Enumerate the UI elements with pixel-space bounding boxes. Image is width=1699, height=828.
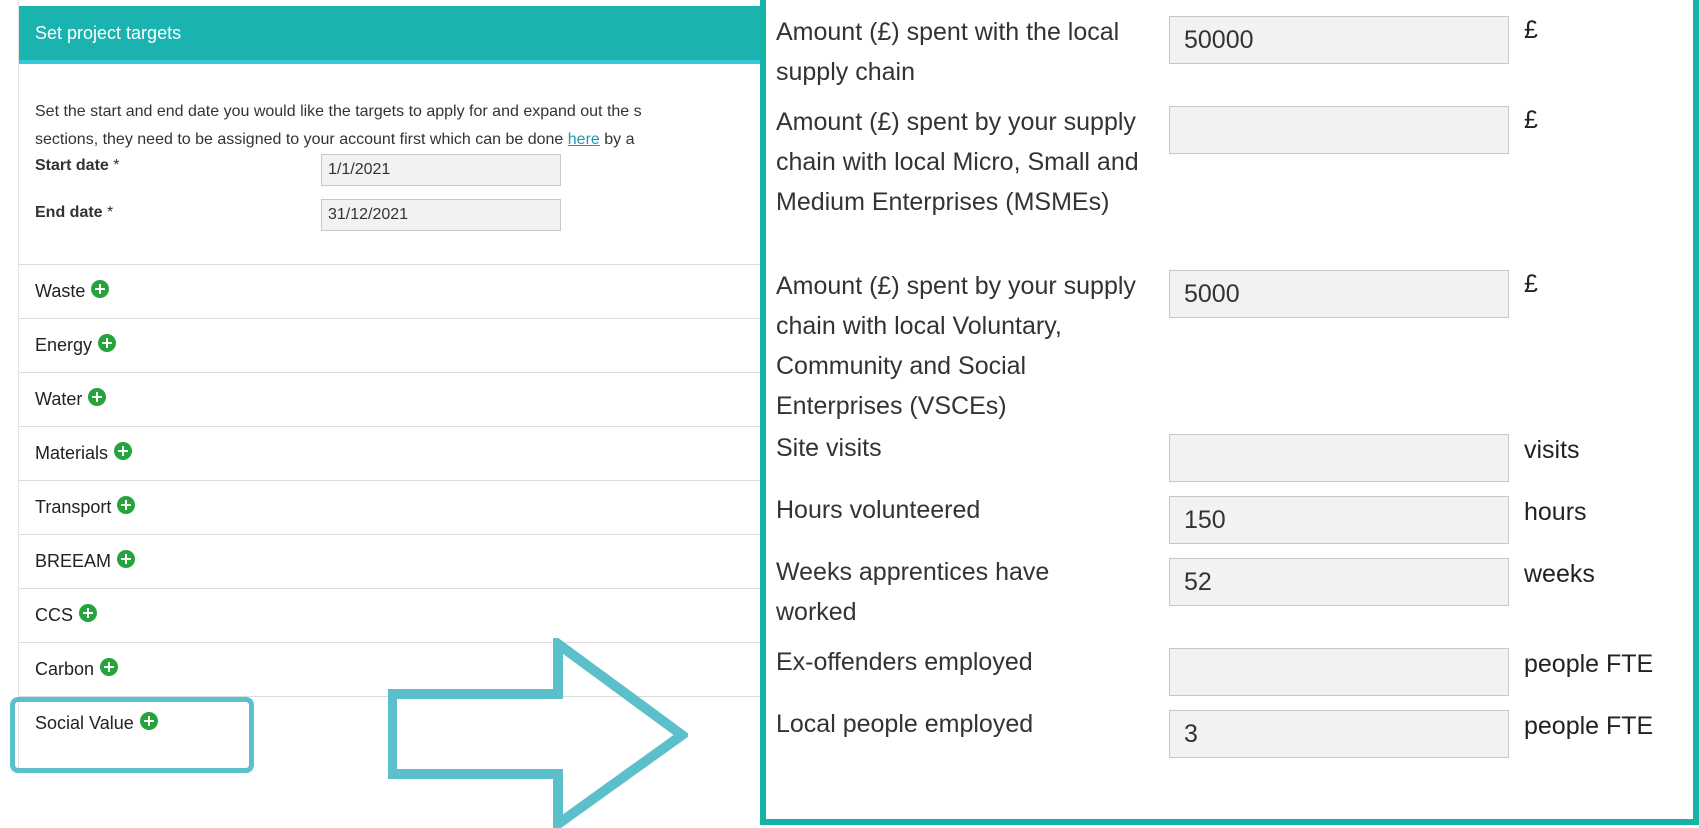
panel-header: Set project targets: [19, 6, 799, 64]
field-label: Amount (£) spent with the local supply c…: [776, 18, 1120, 86]
hours-volunteered-input[interactable]: [1169, 496, 1509, 544]
field-label: Site visits: [776, 434, 882, 462]
end-date-input[interactable]: [321, 199, 561, 231]
expand-plus-icon[interactable]: [98, 333, 117, 352]
field-label: Local people employed: [776, 710, 1034, 738]
section-label: Carbon: [35, 659, 95, 679]
unit-label: people FTE: [1524, 712, 1654, 740]
section-energy[interactable]: Energy: [19, 318, 799, 372]
unit-label: £: [1524, 106, 1538, 134]
end-date-label: End date *: [35, 204, 114, 221]
start-date-label: Start date *: [35, 157, 120, 174]
vsces-input[interactable]: [1169, 270, 1509, 318]
section-breeam[interactable]: BREEAM: [19, 534, 799, 588]
section-label: Water: [35, 389, 83, 409]
unit-label: £: [1524, 16, 1538, 44]
required-marker: *: [107, 204, 114, 221]
field-label: Amount (£) spent by your supply chain wi…: [776, 108, 1139, 216]
expand-plus-icon[interactable]: [114, 441, 133, 460]
expand-plus-icon[interactable]: [117, 549, 136, 568]
field-label: Hours volunteered: [776, 496, 981, 524]
section-transport[interactable]: Transport: [19, 480, 799, 534]
expand-plus-icon[interactable]: [79, 603, 98, 622]
unit-label: hours: [1524, 498, 1587, 526]
site-visits-input[interactable]: [1169, 434, 1509, 482]
local-people-input[interactable]: [1169, 710, 1509, 758]
arrow-right-icon: [388, 638, 688, 828]
field-label: Amount (£) spent by your supply chain wi…: [776, 272, 1136, 420]
section-label: Transport: [35, 497, 112, 517]
section-label: BREEAM: [35, 551, 112, 571]
section-water[interactable]: Water: [19, 372, 799, 426]
required-marker: *: [113, 157, 120, 174]
section-label: CCS: [35, 605, 74, 625]
unit-label: £: [1524, 270, 1538, 298]
start-date-input[interactable]: [321, 154, 561, 186]
social-value-expanded-panel: Amount (£) spent with the local supply c…: [760, 0, 1699, 825]
expand-plus-icon[interactable]: [91, 279, 110, 298]
expand-plus-icon[interactable]: [117, 495, 136, 514]
section-ccs[interactable]: CCS: [19, 588, 799, 642]
intro-line-2-end: by a: [599, 131, 635, 148]
unit-label: visits: [1524, 436, 1580, 464]
field-label: Ex-offenders employed: [776, 648, 1033, 676]
expand-plus-icon[interactable]: [100, 657, 119, 676]
panel-title: Set project targets: [35, 23, 182, 43]
intro-line-2: sections, they need to be assigned to yo…: [35, 131, 568, 148]
section-waste[interactable]: Waste: [19, 264, 799, 318]
unit-label: people FTE: [1524, 650, 1654, 678]
ex-offenders-input[interactable]: [1169, 648, 1509, 696]
unit-label: weeks: [1524, 560, 1595, 588]
section-label: Energy: [35, 335, 93, 355]
local-supply-chain-input[interactable]: [1169, 16, 1509, 64]
intro-text: Set the start and end date you would lik…: [35, 98, 775, 154]
msmes-input[interactable]: [1169, 106, 1509, 154]
apprentice-weeks-input[interactable]: [1169, 558, 1509, 606]
field-label: Weeks apprentices have worked: [776, 558, 1050, 626]
here-link[interactable]: here: [568, 131, 600, 148]
section-label: Waste: [35, 281, 86, 301]
section-label: Materials: [35, 443, 109, 463]
intro-line-1: Set the start and end date you would lik…: [35, 103, 642, 120]
social-value-highlight: [10, 697, 254, 773]
section-materials[interactable]: Materials: [19, 426, 799, 480]
expand-plus-icon[interactable]: [88, 387, 107, 406]
